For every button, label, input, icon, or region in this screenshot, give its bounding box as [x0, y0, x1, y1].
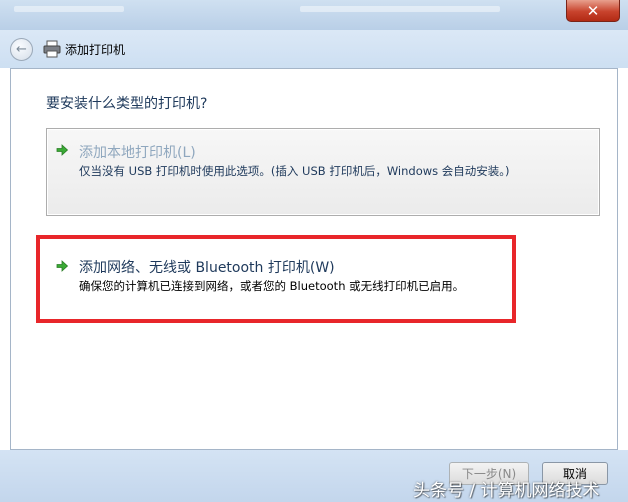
green-arrow-icon	[56, 144, 69, 156]
background-window-text	[300, 6, 500, 12]
watermark-text: 头条号 / 计算机网络技术	[413, 481, 600, 501]
navigation-bar: ← 添加打印机	[0, 30, 628, 68]
printer-icon	[43, 40, 61, 58]
close-icon: ✕	[586, 1, 600, 20]
add-local-printer-description: 仅当没有 USB 打印机时使用此选项。(插入 USB 打印机后，Windows …	[79, 164, 510, 178]
back-button[interactable]: ←	[10, 38, 33, 61]
page-heading: 要安装什么类型的打印机?	[46, 96, 208, 112]
window-titlebar[interactable]	[0, 0, 628, 30]
add-network-printer-description: 确保您的计算机已连接到网络，或者您的 Bluetooth 或无线打印机已启用。	[79, 279, 465, 293]
green-arrow-icon	[56, 260, 69, 272]
add-local-printer-label: 添加本地打印机(L)	[79, 145, 196, 161]
background-window-text	[14, 6, 124, 12]
close-button[interactable]: ✕	[566, 0, 620, 22]
back-arrow-icon: ←	[16, 42, 27, 57]
add-network-printer-option[interactable]: 添加网络、无线或 Bluetooth 打印机(W)	[79, 257, 335, 277]
window-title: 添加打印机	[65, 43, 126, 57]
